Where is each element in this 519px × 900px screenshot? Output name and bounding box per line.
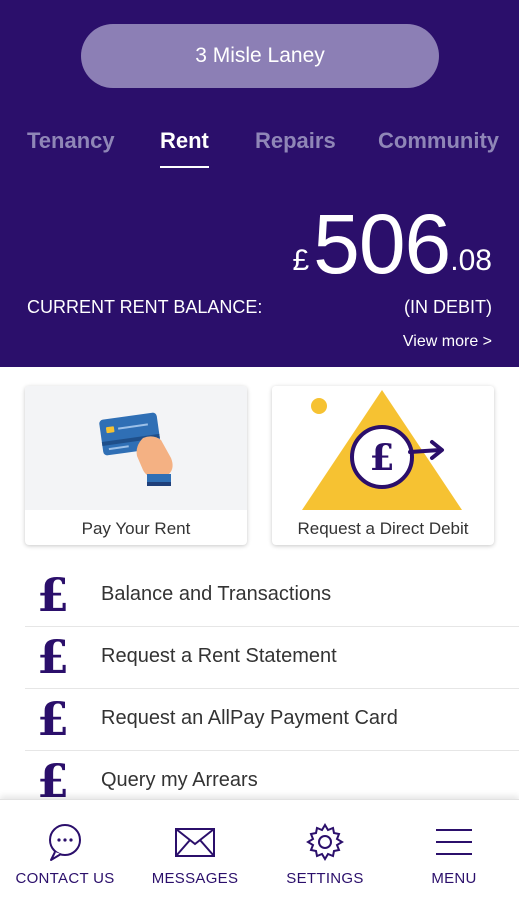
card-payment-illustration — [25, 386, 247, 510]
rent-options-list: £ Balance and Transactions £ Request a R… — [25, 565, 519, 813]
direct-debit-label: Request a Direct Debit — [297, 519, 469, 538]
tab-repairs[interactable]: Repairs — [255, 128, 336, 154]
property-selector-button[interactable]: 3 Misle Laney — [81, 24, 439, 88]
pound-icon: £ — [37, 568, 70, 622]
list-item-allpay-card[interactable]: £ Request an AllPay Payment Card — [25, 689, 519, 751]
nav-menu-label: MENU — [431, 870, 477, 887]
header-panel: 3 Misle Laney Tenancy Rent Repairs Commu… — [0, 0, 519, 367]
nav-settings[interactable]: SETTINGS — [260, 800, 390, 900]
balance-whole: 506 — [313, 197, 451, 291]
pound-icon: £ — [37, 692, 70, 746]
nav-messages-label: MESSAGES — [151, 870, 239, 887]
bottom-navigation: CONTACT US MESSAGES SETTINGS MENU — [0, 799, 519, 900]
currency-symbol: £ — [292, 244, 310, 277]
list-item-label: Request a Rent Statement — [101, 645, 337, 667]
debit-status: (IN DEBIT) — [404, 297, 492, 317]
gear-icon — [306, 823, 344, 861]
list-item-label: Query my Arrears — [101, 769, 258, 791]
list-item-balance-transactions[interactable]: £ Balance and Transactions — [25, 565, 519, 627]
hamburger-icon — [436, 829, 472, 855]
tab-tenancy[interactable]: Tenancy — [27, 128, 115, 154]
pound-icon: £ — [37, 630, 70, 684]
card-payment-icon — [99, 412, 173, 486]
nav-contact-us-label: CONTACT US — [15, 870, 115, 887]
pay-rent-card[interactable]: Pay Your Rent — [25, 386, 247, 545]
view-more-link[interactable]: View more > — [403, 333, 492, 351]
balance-label: CURRENT RENT BALANCE: — [27, 297, 263, 317]
balance-decimal: .08 — [450, 244, 492, 277]
tab-bar: Tenancy Rent Repairs Community — [0, 128, 519, 168]
tab-rent[interactable]: Rent — [160, 128, 209, 168]
chat-bubble-icon — [49, 824, 81, 861]
list-item-rent-statement[interactable]: £ Request a Rent Statement — [25, 627, 519, 689]
svg-text:£: £ — [369, 437, 394, 479]
list-item-label: Balance and Transactions — [101, 583, 332, 605]
pay-rent-label: Pay Your Rent — [81, 519, 191, 538]
nav-settings-label: SETTINGS — [286, 870, 364, 887]
rent-balance-amount: £ 506 .08 — [292, 202, 492, 286]
tab-community[interactable]: Community — [378, 128, 499, 154]
nav-contact-us[interactable]: CONTACT US — [0, 800, 130, 900]
property-address: 3 Misle Laney — [195, 44, 325, 67]
nav-messages[interactable]: MESSAGES — [130, 800, 260, 900]
list-item-label: Request an AllPay Payment Card — [101, 707, 398, 729]
nav-menu[interactable]: MENU — [389, 800, 519, 900]
envelope-icon — [175, 828, 215, 857]
direct-debit-card[interactable]: £ Request a Direct Debit — [272, 386, 494, 545]
direct-debit-illustration: £ — [272, 386, 494, 510]
direct-debit-icon: £ — [302, 390, 462, 510]
